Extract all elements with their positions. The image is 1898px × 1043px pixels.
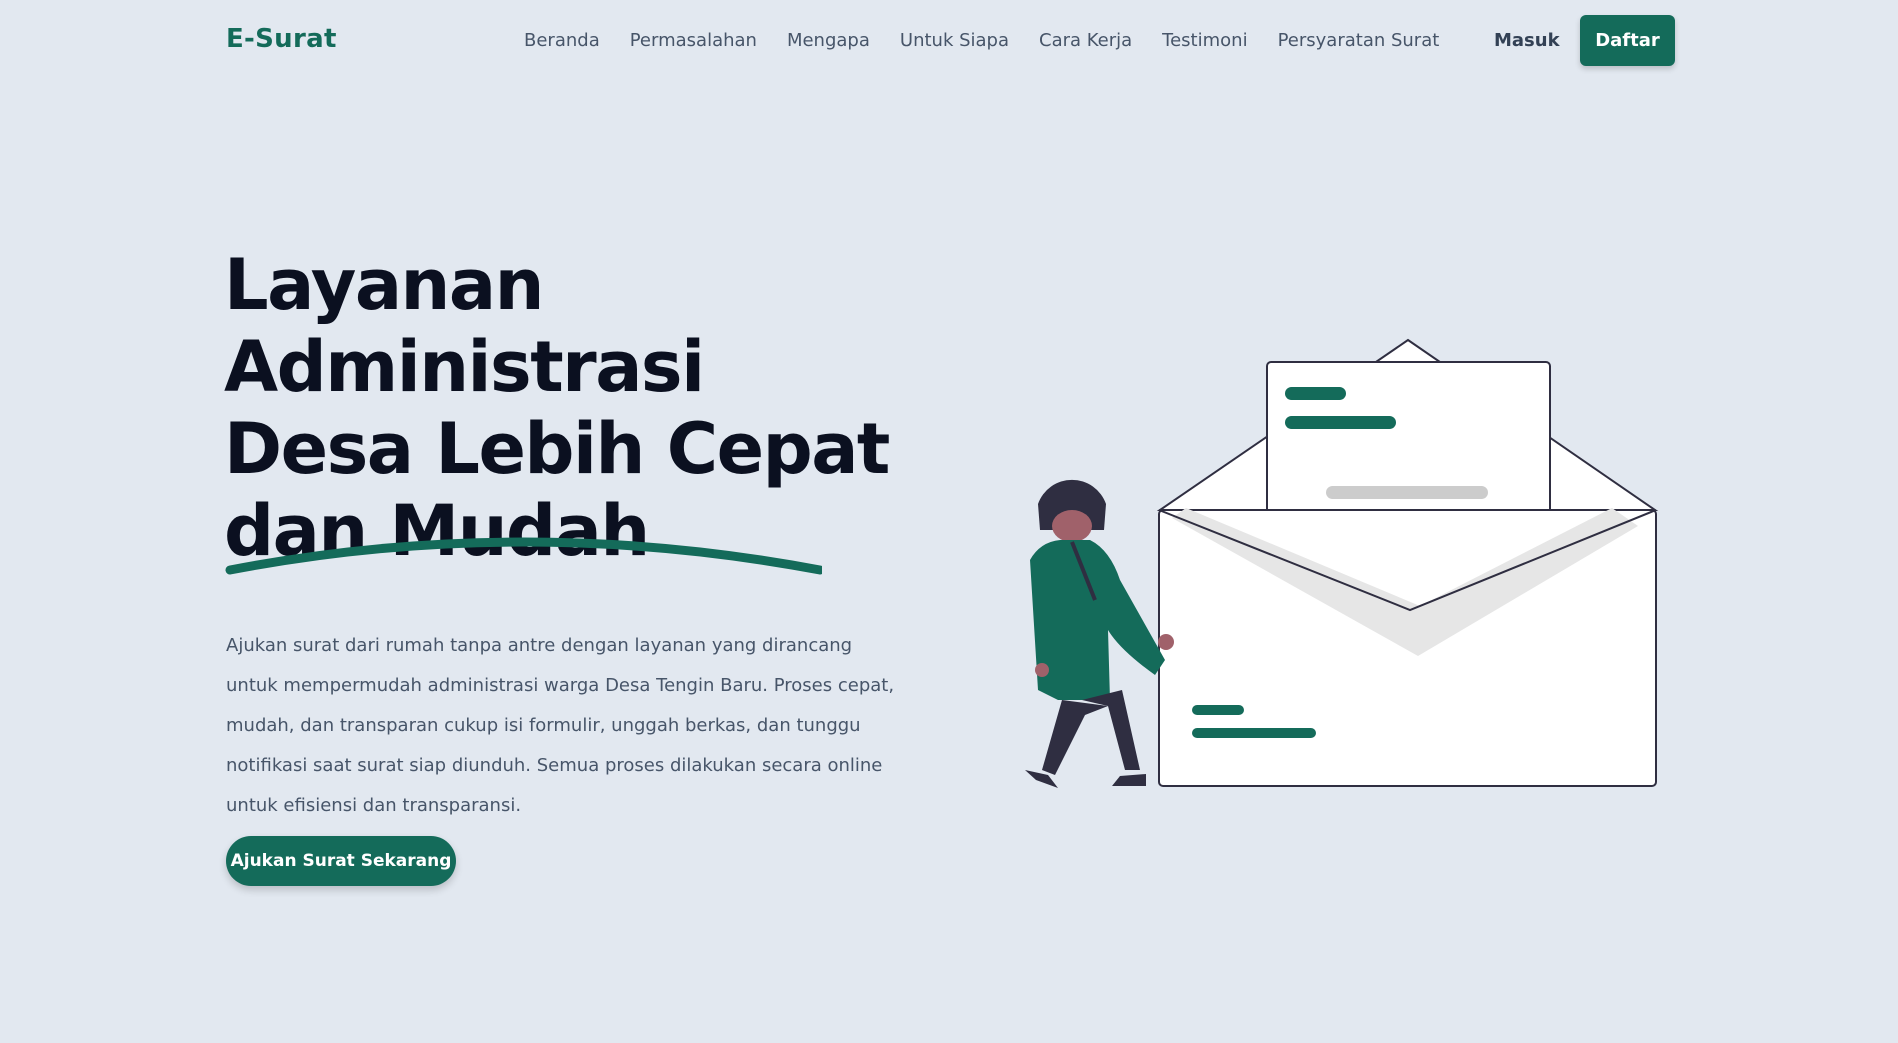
navbar: E-Surat Beranda Permasalahan Mengapa Unt… <box>0 0 1898 82</box>
nav-link-beranda[interactable]: Beranda <box>524 30 600 51</box>
title-underline-swoosh <box>225 537 822 575</box>
nav-link-persyaratan-surat[interactable]: Persyaratan Surat <box>1278 30 1440 51</box>
hero-title: Layanan Administrasi Desa Lebih Cepat da… <box>224 244 924 572</box>
login-link[interactable]: Masuk <box>1494 30 1560 51</box>
nav-link-testimoni[interactable]: Testimoni <box>1162 30 1247 51</box>
nav-link-untuk-siapa[interactable]: Untuk Siapa <box>900 30 1009 51</box>
submit-letter-button[interactable]: Ajukan Surat Sekarang <box>226 836 456 886</box>
nav-link-cara-kerja[interactable]: Cara Kerja <box>1039 30 1132 51</box>
envelope-line <box>1192 705 1244 715</box>
register-button[interactable]: Daftar <box>1580 15 1675 66</box>
nav-links: Beranda Permasalahan Mengapa Untuk Siapa… <box>524 30 1439 51</box>
hero-title-line: Layanan Administrasi <box>224 244 705 408</box>
envelope-line <box>1192 728 1316 738</box>
nav-link-mengapa[interactable]: Mengapa <box>787 30 870 51</box>
logo[interactable]: E-Surat <box>226 24 337 54</box>
person-figure <box>1025 479 1174 788</box>
landing-page: E-Surat Beranda Permasalahan Mengapa Unt… <box>0 0 1898 1043</box>
hero-description: Ajukan surat dari rumah tanpa antre deng… <box>226 635 895 816</box>
nav-link-permasalahan[interactable]: Permasalahan <box>630 30 757 51</box>
hero-title-line: Desa Lebih Cepat <box>224 408 890 490</box>
letter-line <box>1285 416 1396 429</box>
person-with-envelope-illustration <box>1025 338 1659 788</box>
letter-line <box>1326 486 1488 499</box>
letter-line <box>1285 387 1346 400</box>
